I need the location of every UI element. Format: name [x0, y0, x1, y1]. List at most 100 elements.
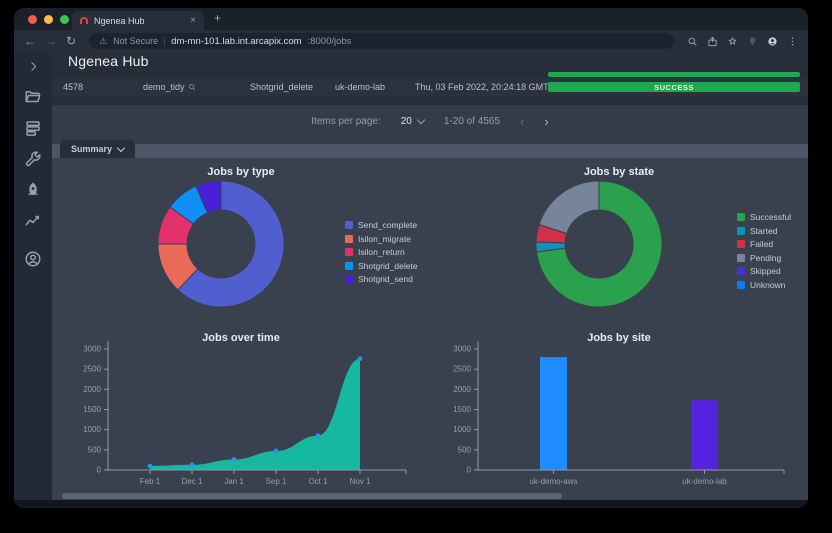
chevron-down-icon: [417, 116, 425, 124]
tab-title: Ngenea Hub: [94, 16, 184, 26]
folder-icon[interactable]: [24, 88, 42, 106]
legend-item-Pending[interactable]: Pending: [737, 253, 791, 263]
address-divider: [164, 37, 165, 46]
chart-jobs-by-state: Jobs by stateSuccessfulStartedFailedPend…: [430, 158, 808, 324]
legend-item-Shotgrid_delete[interactable]: Shotgrid_delete: [345, 261, 418, 271]
expand-icon[interactable]: [27, 60, 40, 73]
job-date: Thu, 03 Feb 2022, 20:24:18 GMT: [415, 82, 549, 92]
data-point-Oct 1: [316, 433, 321, 438]
data-point-Sep 1: [274, 449, 279, 454]
legend-label: Shotgrid_send: [358, 274, 413, 284]
previous-page-button[interactable]: ‹: [520, 115, 524, 128]
legend-label: Shotgrid_delete: [358, 261, 418, 271]
y-tick-label: 2500: [453, 365, 471, 374]
profile-icon[interactable]: [767, 36, 778, 47]
chart-icon[interactable]: [24, 212, 42, 230]
next-page-button[interactable]: ›: [544, 115, 548, 128]
donut-slice-Pending: [539, 181, 599, 233]
scrollbar-thumb[interactable]: [62, 493, 562, 499]
wrench-icon[interactable]: [24, 150, 42, 168]
legend-label: Isilon_return: [358, 247, 405, 257]
y-tick-label: 2000: [83, 385, 101, 394]
y-tick-label: 2500: [83, 365, 101, 374]
minimize-window-button[interactable]: [44, 15, 53, 24]
traffic-lights: [28, 15, 69, 24]
zoom-window-button[interactable]: [60, 15, 69, 24]
extension-pin-icon[interactable]: [747, 36, 758, 47]
legend-swatch: [345, 262, 353, 270]
browser-tab[interactable]: Ngenea Hub ×: [72, 11, 204, 30]
zoom-icon[interactable]: [687, 36, 698, 47]
search-icon[interactable]: [188, 83, 196, 91]
legend-swatch: [737, 240, 745, 248]
legend-item-Shotgrid_send[interactable]: Shotgrid_send: [345, 274, 418, 284]
page-size-select[interactable]: 20: [401, 116, 424, 127]
paginator: Items per page: 20 1-20 of 4565 ‹ ›: [52, 105, 808, 138]
legend-item-Send_complete[interactable]: Send_complete: [345, 220, 418, 230]
browser-window: Ngenea Hub × + ← → ↻ ⚠ Not Secure dm-mn-…: [14, 8, 808, 508]
legend-label: Failed: [750, 239, 773, 249]
main-content: Ngenea Hub 4578 demo_tidy Shotgrid_delet…: [52, 52, 808, 500]
table-row[interactable]: 4578 demo_tidy Shotgrid_delete uk-demo-l…: [52, 78, 808, 96]
legend-swatch: [345, 221, 353, 229]
reload-icon[interactable]: ↻: [66, 35, 76, 47]
legend-swatch: [737, 267, 745, 275]
legend-label: Skipped: [750, 266, 781, 276]
x-tick-label: Nov 1: [350, 477, 371, 486]
rocket-icon[interactable]: [24, 181, 42, 199]
horizontal-scrollbar[interactable]: [52, 492, 808, 500]
bookmark-icon[interactable]: [727, 36, 738, 47]
data-point-Jan 1: [232, 457, 237, 462]
donut-chart: [151, 174, 291, 314]
legend-item-Isilon_return[interactable]: Isilon_return: [345, 247, 418, 257]
account-icon[interactable]: [24, 250, 42, 268]
legend-item-Isilon_migrate[interactable]: Isilon_migrate: [345, 234, 418, 244]
legend-swatch: [345, 275, 353, 283]
legend-swatch: [737, 254, 745, 262]
x-tick-label: Sep 1: [266, 477, 287, 486]
legend-swatch: [737, 281, 745, 289]
job-row-partial[interactable]: [52, 70, 808, 78]
browser-navbar: ← → ↻ ⚠ Not Secure dm-mn-101.lab.int.arc…: [14, 30, 808, 52]
legend-item-Skipped[interactable]: Skipped: [737, 266, 791, 276]
tab-close-icon[interactable]: ×: [190, 16, 196, 26]
job-name: demo_tidy: [143, 82, 196, 92]
summary-panel: Jobs by typeSend_completeIsilon_migrateI…: [52, 158, 808, 492]
status-badge-partial: [548, 72, 800, 77]
menu-icon[interactable]: [787, 36, 798, 47]
forward-icon[interactable]: →: [45, 35, 57, 47]
job-id: 4578: [63, 82, 83, 92]
tab-summary[interactable]: Summary: [60, 140, 135, 158]
x-tick-label: Jan 1: [224, 477, 244, 486]
y-tick-label: 0: [467, 466, 472, 475]
tab-strip-background: [52, 144, 808, 158]
back-icon[interactable]: ←: [24, 35, 36, 47]
x-tick-label: Dec 1: [182, 477, 203, 486]
address-bar[interactable]: ⚠ Not Secure dm-mn-101.lab.int.arcapix.c…: [89, 33, 674, 49]
legend-item-Unknown[interactable]: Unknown: [737, 280, 791, 290]
summary-tab-bar: Summary: [52, 138, 808, 158]
browser-toolbar-icons: [687, 36, 798, 47]
job-site: uk-demo-lab: [335, 82, 385, 92]
x-tick-label: uk-demo-aws: [529, 477, 577, 486]
y-tick-label: 3000: [453, 345, 471, 354]
new-tab-button[interactable]: +: [214, 12, 221, 24]
app-header: Ngenea Hub: [52, 52, 808, 70]
legend-item-Started[interactable]: Started: [737, 226, 791, 236]
legend-label: Started: [750, 226, 777, 236]
browser-tab-strip: Ngenea Hub × +: [14, 8, 808, 30]
close-window-button[interactable]: [28, 15, 37, 24]
x-tick-label: Feb 1: [140, 477, 161, 486]
share-icon[interactable]: [707, 36, 718, 47]
x-tick-label: Oct 1: [308, 477, 328, 486]
legend-item-Failed[interactable]: Failed: [737, 239, 791, 249]
y-tick-label: 500: [88, 445, 102, 454]
legend-label: Successful: [750, 212, 791, 222]
legend-swatch: [345, 248, 353, 256]
storage-icon[interactable]: [24, 119, 42, 137]
legend-item-Successful[interactable]: Successful: [737, 212, 791, 222]
y-tick-label: 3000: [83, 345, 101, 354]
chevron-down-icon: [117, 144, 125, 152]
status-badge: SUCCESS: [548, 82, 800, 92]
y-tick-label: 1000: [83, 425, 101, 434]
